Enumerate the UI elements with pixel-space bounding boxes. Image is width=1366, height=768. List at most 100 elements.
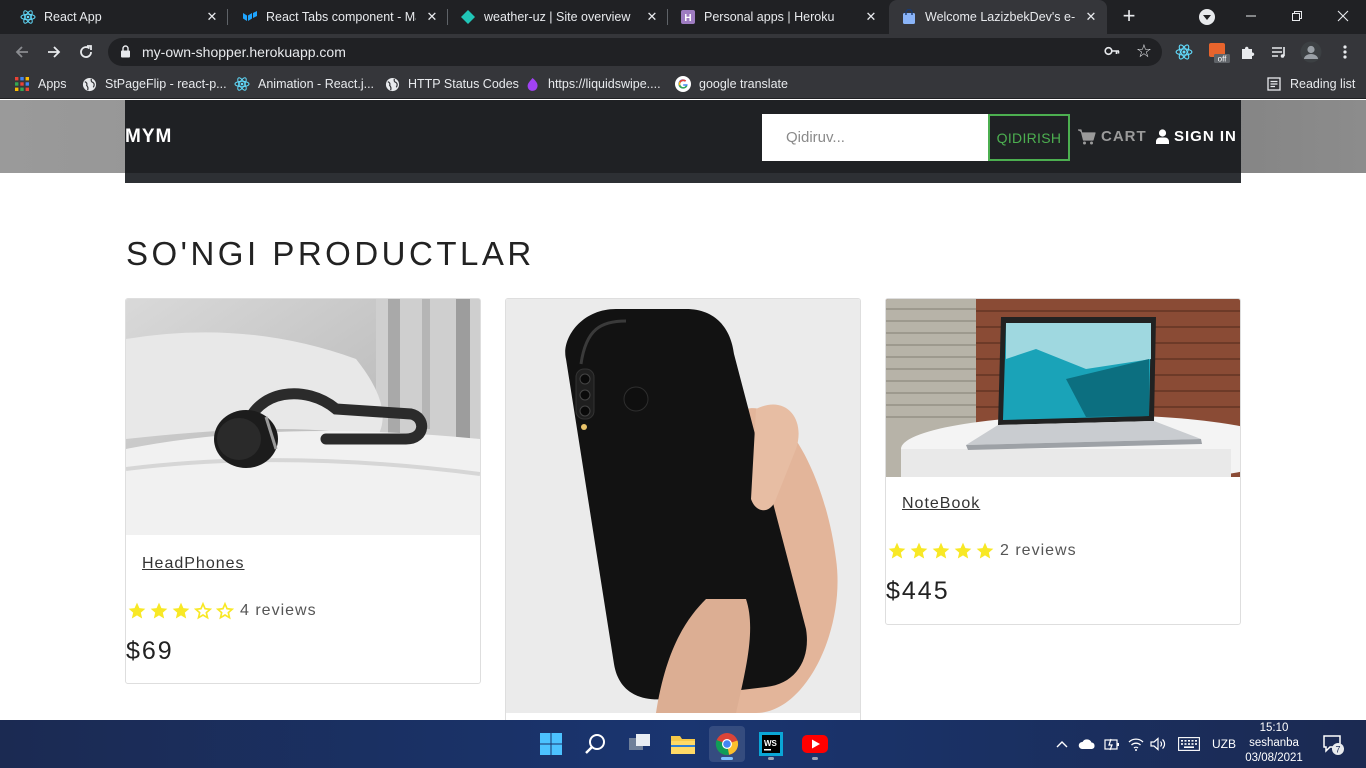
svg-text:H: H (684, 13, 691, 24)
new-tab-button[interactable]: + (1118, 5, 1140, 28)
bookmark-label: StPageFlip - react-p... (105, 77, 227, 91)
product-image-headphones[interactable] (126, 299, 480, 535)
star-full-icon (910, 542, 928, 559)
star-full-icon (954, 542, 972, 559)
bookmark-animation-react[interactable]: Animation - React.j... (234, 76, 374, 92)
bookmark-stpageflip[interactable]: StPageFlip - react-p... (81, 76, 227, 92)
search-input[interactable] (762, 114, 988, 161)
password-key-icon[interactable] (1104, 44, 1120, 61)
media-queue-icon[interactable] (1270, 43, 1288, 61)
browser-tab-strip: React App ✕ React Tabs component - Mater… (0, 0, 1366, 34)
product-image-notebook[interactable] (886, 299, 1240, 483)
close-tab-icon[interactable]: ✕ (204, 9, 220, 25)
keyboard-icon[interactable] (1178, 737, 1200, 751)
review-count: 4 reviews (240, 602, 317, 619)
lock-icon[interactable] (120, 45, 131, 63)
site-brand-logo[interactable]: MYM (125, 126, 172, 148)
browser-tab-react-tabs[interactable]: React Tabs component - Material ✕ (228, 0, 448, 34)
rating-stars (886, 541, 996, 561)
clock-day: seshanba (1249, 737, 1299, 749)
restore-icon[interactable] (1274, 0, 1320, 32)
product-image-phone[interactable] (506, 299, 860, 713)
close-tab-icon[interactable]: ✕ (644, 9, 660, 25)
bookmark-liquidswipe[interactable]: https://liquidswipe.... (524, 76, 661, 92)
globe-icon (384, 76, 400, 92)
close-window-icon[interactable] (1320, 0, 1366, 32)
tab-search-icon[interactable] (1199, 9, 1215, 25)
bookmarks-bar: Apps StPageFlip - react-p... Animation -… (0, 70, 1366, 99)
product-card-phone[interactable] (505, 298, 861, 720)
cart-link[interactable]: CART (1078, 128, 1147, 145)
site-navbar: MYM QIDIRISH CART SIGN IN (125, 100, 1241, 173)
react-icon (20, 9, 36, 25)
close-tab-icon[interactable]: ✕ (863, 9, 879, 25)
bookmark-label: google translate (699, 77, 788, 91)
web-page: MYM QIDIRISH CART SIGN IN SO'NGI PRODUCT… (0, 100, 1366, 720)
battery-icon[interactable] (1104, 737, 1120, 751)
bookmark-label: https://liquidswipe.... (548, 77, 661, 91)
product-rating: 2 reviews (886, 541, 1240, 561)
star-empty-icon (215, 601, 235, 620)
star-empty-icon (193, 601, 213, 620)
browser-tab-heroku[interactable]: H Personal apps | Heroku ✕ (668, 0, 887, 34)
apps-grid-icon (14, 76, 30, 92)
tab-title: React App (44, 10, 102, 24)
svg-text:off: off (1218, 55, 1228, 64)
netlify-icon (460, 9, 476, 25)
browser-tab-react-app[interactable]: React App ✕ (0, 0, 228, 34)
browser-tab-active-shop[interactable]: Welcome LazizbekDev's e-commerce ✕ (889, 0, 1107, 34)
star-full-icon (128, 602, 146, 619)
input-language[interactable]: UZB (1212, 737, 1236, 751)
bookmark-google-translate[interactable]: google translate (675, 76, 788, 92)
shopping-cart-icon (1078, 128, 1096, 145)
back-arrow-icon[interactable] (10, 41, 34, 63)
task-view-icon[interactable] (622, 726, 658, 762)
notification-count: 7 (1335, 745, 1340, 755)
youtube-icon[interactable] (797, 726, 833, 762)
google-icon (675, 76, 691, 92)
browser-tab-weather-uz[interactable]: weather-uz | Site overview ✕ (448, 0, 668, 34)
clock[interactable]: 15:10 seshanba 03/08/2021 (1240, 721, 1308, 766)
address-bar[interactable]: my-own-shopper.herokuapp.com ☆ (108, 38, 1162, 66)
more-menu-icon[interactable] (1336, 43, 1354, 61)
react-devtools-icon[interactable] (1175, 43, 1193, 61)
file-explorer-icon[interactable] (665, 726, 701, 762)
tab-title: React Tabs component - Material (266, 10, 416, 24)
bookmark-star-icon[interactable]: ☆ (1136, 41, 1152, 62)
search-button[interactable]: QIDIRISH (988, 114, 1070, 161)
chevron-up-icon[interactable] (1054, 740, 1070, 748)
profile-avatar[interactable] (1300, 41, 1322, 63)
wifi-icon[interactable] (1128, 737, 1144, 751)
product-card-notebook[interactable]: NoteBook 2 reviews $445 (885, 298, 1241, 625)
volume-icon[interactable] (1150, 737, 1166, 751)
star-full-icon (932, 542, 950, 559)
chrome-taskbar-icon[interactable] (709, 726, 745, 762)
clock-time: 15:10 (1259, 722, 1289, 734)
bookmark-apps[interactable]: Apps (14, 76, 67, 92)
bookmark-http-status[interactable]: HTTP Status Codes (384, 76, 519, 92)
windows-taskbar: WS UZB 15:10 seshanba 03/08/2021 7 (0, 720, 1366, 768)
tab-title: weather-uz | Site overview (484, 10, 631, 24)
minimize-icon[interactable] (1228, 0, 1274, 32)
close-tab-icon[interactable]: ✕ (424, 9, 440, 25)
clock-date: 03/08/2021 (1245, 752, 1303, 764)
notification-center-icon[interactable]: 7 (1318, 726, 1348, 762)
bookmark-label: HTTP Status Codes (408, 77, 519, 91)
windows-start-icon[interactable] (533, 726, 569, 762)
forward-arrow-icon[interactable] (42, 41, 66, 63)
search-icon[interactable] (578, 726, 614, 762)
url-text[interactable]: my-own-shopper.herokuapp.com (142, 44, 346, 60)
reload-icon[interactable] (74, 41, 98, 63)
webstorm-icon[interactable]: WS (753, 726, 789, 762)
extension-off-icon[interactable]: off (1208, 42, 1230, 64)
svg-text:WS: WS (764, 739, 778, 748)
onedrive-cloud-icon[interactable] (1078, 738, 1096, 750)
product-name-link[interactable]: HeadPhones (142, 555, 245, 573)
product-card-headphones[interactable]: HeadPhones 4 reviews $69 (125, 298, 481, 684)
reading-list[interactable]: Reading list (1266, 76, 1355, 92)
close-tab-icon[interactable]: ✕ (1083, 9, 1099, 25)
extensions-puzzle-icon[interactable] (1239, 43, 1257, 61)
product-name-link[interactable]: NoteBook (902, 495, 980, 513)
sign-in-link[interactable]: SIGN IN (1156, 128, 1237, 145)
cart-label: CART (1101, 128, 1147, 145)
